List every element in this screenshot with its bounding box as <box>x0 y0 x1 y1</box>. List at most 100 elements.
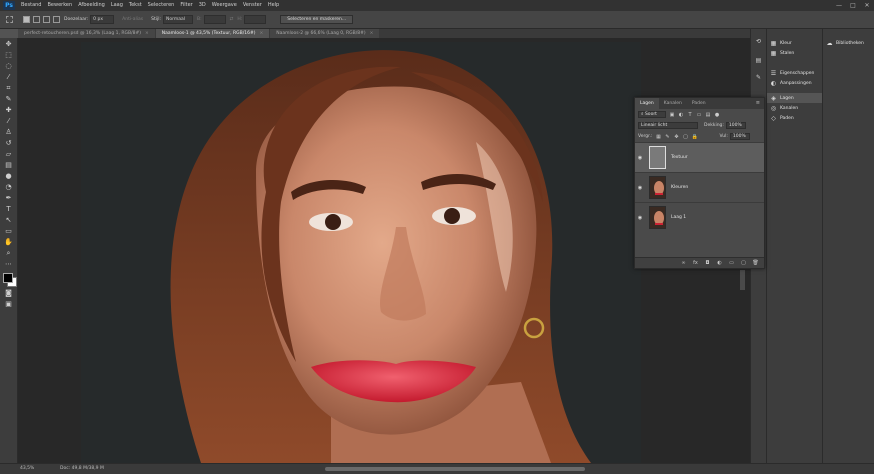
history-brush-tool-icon[interactable]: ↺ <box>4 139 13 148</box>
brush-settings-icon[interactable]: ✎ <box>754 73 763 82</box>
panel-bibliotheken[interactable]: ☁ Bibliotheken <box>823 38 874 48</box>
menu-venster[interactable]: Venster <box>240 0 265 11</box>
lock-transparency-icon[interactable]: ▦ <box>656 134 662 140</box>
adjustment-filter-icon[interactable]: ◐ <box>678 112 684 118</box>
subtract-selection-icon[interactable] <box>43 16 50 23</box>
pen-tool-icon[interactable]: ✒ <box>4 194 13 203</box>
lock-pixels-icon[interactable]: ✎ <box>665 134 671 140</box>
lock-position-icon[interactable]: ✥ <box>674 134 680 140</box>
eyedropper-tool-icon[interactable]: ✎ <box>4 95 13 104</box>
hoogte-input[interactable] <box>244 15 267 24</box>
new-group-icon[interactable]: ▭ <box>728 258 735 268</box>
blend-mode-select[interactable]: Lineair licht <box>638 122 698 129</box>
magic-wand-tool-icon[interactable]: ⁄ <box>4 73 13 82</box>
panel-stalen[interactable]: ▦ Stalen <box>767 48 822 58</box>
menu-help[interactable]: Help <box>265 0 282 11</box>
type-filter-icon[interactable]: T <box>687 112 693 118</box>
vertical-scrollbar[interactable] <box>740 270 745 290</box>
opacity-input[interactable]: 100% <box>725 122 746 129</box>
tab-kanalen[interactable]: Kanalen <box>659 98 687 109</box>
properties-icon[interactable]: ▤ <box>754 56 763 65</box>
panel-lagen[interactable]: ◈ Lagen <box>767 93 822 103</box>
doezelaar-input[interactable]: 0 px <box>90 15 115 24</box>
layer-filter-select[interactable]: ⌕ Soort <box>638 111 666 118</box>
zoom-tool-icon[interactable]: ⌕ <box>4 249 13 258</box>
menu-bewerken[interactable]: Bewerken <box>44 0 75 11</box>
filter-toggle-icon[interactable]: ● <box>714 112 720 118</box>
layer-mask-icon[interactable]: ◘ <box>704 258 711 268</box>
screen-mode-icon[interactable]: ▣ <box>4 300 13 309</box>
color-swatches[interactable] <box>2 272 17 287</box>
lasso-tool-icon[interactable]: ◌ <box>4 62 13 71</box>
menu-tekst[interactable]: Tekst <box>126 0 145 11</box>
intersect-selection-icon[interactable] <box>53 16 60 23</box>
anti-alias-checkbox[interactable]: Anti-alias <box>122 17 143 22</box>
eraser-tool-icon[interactable]: ▱ <box>4 150 13 159</box>
smart-object-filter-icon[interactable]: ▤ <box>705 112 711 118</box>
new-layer-icon[interactable]: ▢ <box>740 258 747 268</box>
visibility-eye-icon[interactable]: ◉ <box>635 215 645 221</box>
close-tab-icon[interactable]: × <box>145 31 149 36</box>
layer-laag-1[interactable]: ◉ Laag 1 <box>635 202 764 232</box>
panel-aanpassingen[interactable]: ◐ Aanpassingen <box>767 78 822 88</box>
close-button[interactable]: ✕ <box>860 0 874 11</box>
swap-icon[interactable]: ⇄ <box>230 17 234 22</box>
close-tab-icon[interactable]: × <box>259 31 263 36</box>
layer-kleuren[interactable]: ◉ Kleuren <box>635 172 764 202</box>
clone-stamp-tool-icon[interactable]: ♙ <box>4 128 13 137</box>
foreground-color-swatch[interactable] <box>2 273 13 283</box>
brush-tool-icon[interactable]: ⁄ <box>4 117 13 126</box>
close-tab-icon[interactable]: × <box>370 31 374 36</box>
hand-tool-icon[interactable]: ✋ <box>4 238 13 247</box>
menu-selecteren[interactable]: Selecteren <box>145 0 178 11</box>
visibility-eye-icon[interactable]: ◉ <box>635 185 645 191</box>
lock-artboard-icon[interactable]: ▢ <box>683 134 689 140</box>
move-tool-icon[interactable]: ✥ <box>4 40 13 49</box>
menu-3d[interactable]: 3D <box>196 0 209 11</box>
menu-afbeelding[interactable]: Afbeelding <box>75 0 108 11</box>
menu-laag[interactable]: Laag <box>108 0 126 11</box>
tab-naamloos-1[interactable]: Naamloos-1 @ 43,5% (Textuur, RGB/16#) × <box>155 29 270 38</box>
fill-input[interactable]: 100% <box>729 133 750 140</box>
tab-perfect-retoucheren[interactable]: perfect-retoucheren.psd @ 16,3% (Laag 1,… <box>18 29 155 38</box>
visibility-eye-icon[interactable]: ◉ <box>635 155 645 161</box>
tab-paden[interactable]: Paden <box>687 98 711 109</box>
path-selection-tool-icon[interactable]: ↖ <box>4 216 13 225</box>
marquee-tool-icon[interactable]: ⬚ <box>4 51 13 60</box>
delete-layer-icon[interactable]: 🗑 <box>752 258 759 268</box>
adjustment-layer-icon[interactable]: ◐ <box>716 258 723 268</box>
minimize-button[interactable]: — <box>832 0 846 11</box>
maximize-button[interactable]: □ <box>846 0 860 11</box>
dodge-tool-icon[interactable]: ◔ <box>4 183 13 192</box>
select-and-mask-button[interactable]: Selecteren en maskeren... <box>280 15 354 24</box>
pixel-filter-icon[interactable]: ▣ <box>669 112 675 118</box>
add-selection-icon[interactable] <box>33 16 40 23</box>
layer-textuur[interactable]: ◉ Textuur <box>635 142 764 172</box>
tab-lagen[interactable]: Lagen <box>635 98 659 109</box>
marquee-tool-icon[interactable] <box>6 16 13 23</box>
new-selection-icon[interactable] <box>23 16 30 23</box>
shape-filter-icon[interactable]: ▭ <box>696 112 702 118</box>
rectangle-tool-icon[interactable]: ▭ <box>4 227 13 236</box>
breedte-input[interactable] <box>203 15 226 24</box>
menu-weergave[interactable]: Weergave <box>209 0 240 11</box>
panel-eigenschappen[interactable]: ☰ Eigenschappen <box>767 68 822 78</box>
layer-style-icon[interactable]: fx <box>692 258 699 268</box>
type-tool-icon[interactable]: T <box>4 205 13 214</box>
menu-filter[interactable]: Filter <box>177 0 195 11</box>
panel-paden[interactable]: ◇ Paden <box>767 113 822 123</box>
healing-brush-tool-icon[interactable]: ✚ <box>4 106 13 115</box>
horizontal-scrollbar[interactable] <box>325 467 585 471</box>
gradient-tool-icon[interactable]: ▤ <box>4 161 13 170</box>
stijl-select[interactable]: Normaal <box>163 15 193 24</box>
link-layers-icon[interactable]: ∞ <box>680 258 687 268</box>
menu-bestand[interactable]: Bestand <box>18 0 44 11</box>
history-icon[interactable]: ⟲ <box>754 37 763 46</box>
panel-kleur[interactable]: ▦ Kleur <box>767 38 822 48</box>
blur-tool-icon[interactable]: ● <box>4 172 13 181</box>
lock-all-icon[interactable]: 🔒 <box>692 134 698 140</box>
tab-naamloos-2[interactable]: Naamloos-2 @ 66,6% (Laag 0, RGB/8#) × <box>270 29 380 38</box>
quick-mask-icon[interactable]: ◙ <box>4 289 13 298</box>
crop-tool-icon[interactable]: ⌗ <box>4 84 13 93</box>
more-tools-icon[interactable]: ⋯ <box>4 260 13 269</box>
